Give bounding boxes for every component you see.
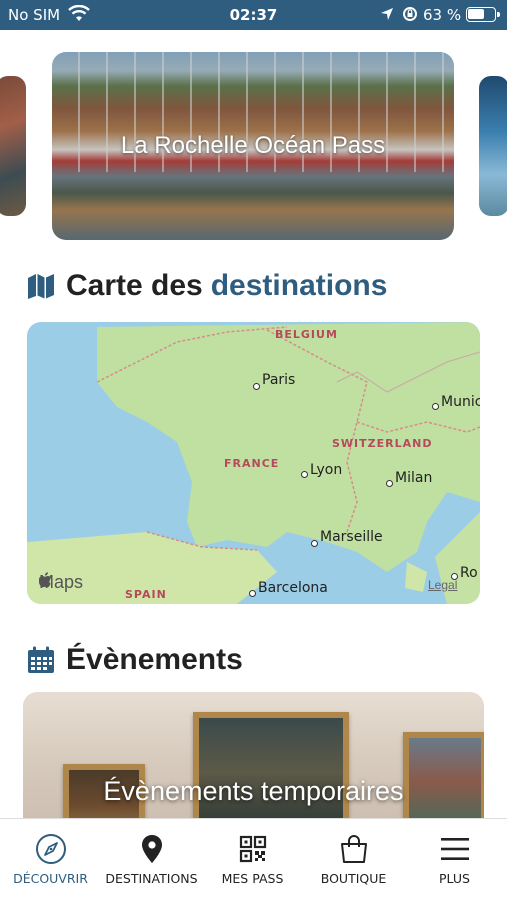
country-label: SWITZERLAND: [332, 437, 433, 450]
tab-label: BOUTIQUE: [320, 871, 387, 886]
location-arrow-icon: [381, 8, 393, 20]
events-section-header: Évènements: [26, 642, 243, 678]
compass-icon: [36, 834, 66, 864]
battery-percent: 63 %: [423, 6, 462, 24]
city-label: Marseille: [320, 529, 383, 545]
tab-boutique[interactable]: BOUTIQUE: [303, 819, 404, 901]
section-title-accent: destinations: [210, 269, 388, 302]
country-label: FRANCE: [224, 457, 280, 470]
hero-card[interactable]: La Rochelle Océan Pass: [52, 52, 454, 240]
calendar-icon: [28, 646, 54, 673]
tab-label: DESTINATIONS: [105, 871, 198, 886]
city-marker[interactable]: [386, 480, 393, 487]
section-title: Évènements: [66, 643, 243, 676]
menu-icon: [441, 838, 469, 860]
qr-code-icon: [239, 835, 267, 863]
events-card-title: Évènements temporaires: [103, 776, 404, 806]
country-label: BELGIUM: [275, 328, 338, 341]
legal-link[interactable]: Legal: [428, 578, 457, 592]
city-marker[interactable]: [432, 403, 439, 410]
shopping-bag-icon: [341, 835, 367, 863]
map-pin-icon: [142, 835, 162, 863]
city-marker[interactable]: [253, 383, 260, 390]
city-label: Milan: [395, 470, 433, 486]
country-label: SPAIN: [125, 588, 167, 601]
hero-title: La Rochelle Océan Pass: [120, 132, 386, 159]
apple-icon: [39, 572, 51, 588]
events-card[interactable]: Évènements temporaires: [23, 692, 484, 818]
tab-plus[interactable]: PLUS: [404, 819, 505, 901]
city-marker[interactable]: [311, 540, 318, 547]
battery-icon: [466, 7, 500, 22]
tab-decouvrir[interactable]: DÉCOUVRIR: [0, 819, 101, 901]
city-marker[interactable]: [301, 471, 308, 478]
city-label: Barcelona: [258, 580, 328, 596]
status-bar: No SIM 02:37 63 %: [0, 0, 507, 30]
city-label: Ro: [460, 565, 478, 581]
tab-mes-pass[interactable]: MES PASS: [202, 819, 303, 901]
carousel-next-card[interactable]: [479, 76, 507, 216]
city-label: Munic: [441, 394, 480, 410]
rotation-lock-icon: [403, 7, 417, 21]
map-icon: [28, 274, 54, 299]
section-title: Carte des: [66, 269, 203, 302]
carousel-prev-card[interactable]: [0, 76, 26, 216]
tab-label: PLUS: [439, 871, 470, 886]
city-label: Lyon: [310, 462, 343, 478]
destinations-map[interactable]: BELGIUM SWITZERLAND FRANCE SPAIN Paris M…: [27, 322, 480, 604]
tab-destinations[interactable]: DESTINATIONS: [101, 819, 202, 901]
city-marker[interactable]: [249, 590, 256, 597]
tab-label: MES PASS: [221, 871, 284, 886]
tab-label: DÉCOUVRIR: [13, 871, 88, 886]
discover-page: La Rochelle Océan Pass Carte des destina…: [0, 30, 507, 818]
maps-logo: Maps: [39, 572, 83, 593]
bottom-tab-bar: DÉCOUVRIR DESTINATIONS MES PASS BOUTIQUE: [0, 818, 507, 900]
city-label: Paris: [262, 372, 296, 388]
map-section-header: Carte des destinations: [26, 268, 387, 304]
